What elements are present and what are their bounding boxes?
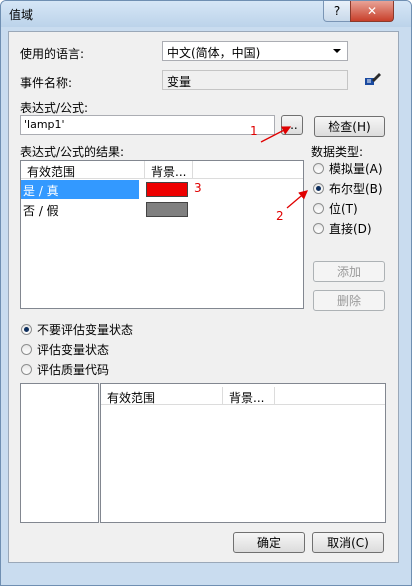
help-icon: ? [333, 4, 341, 18]
annotation-arrow-1 [260, 126, 292, 143]
annotation-arrows [260, 126, 308, 209]
value-range-dialog: 值域 ? ✕ 使用的语言: 中文(简体，中国) 事件名称: 变量 表达式/公式:… [0, 0, 412, 586]
annotation-arrow-2 [286, 190, 308, 209]
title-bar[interactable]: 值域 ? ✕ [1, 1, 411, 27]
dialog-body: 使用的语言: 中文(简体，中国) 事件名称: 变量 表达式/公式: 'lamp1… [8, 31, 399, 563]
window-title: 值域 [9, 8, 34, 22]
help-button[interactable]: ? [323, 1, 351, 22]
close-button[interactable]: ✕ [350, 1, 394, 22]
close-icon: ✕ [366, 4, 378, 18]
